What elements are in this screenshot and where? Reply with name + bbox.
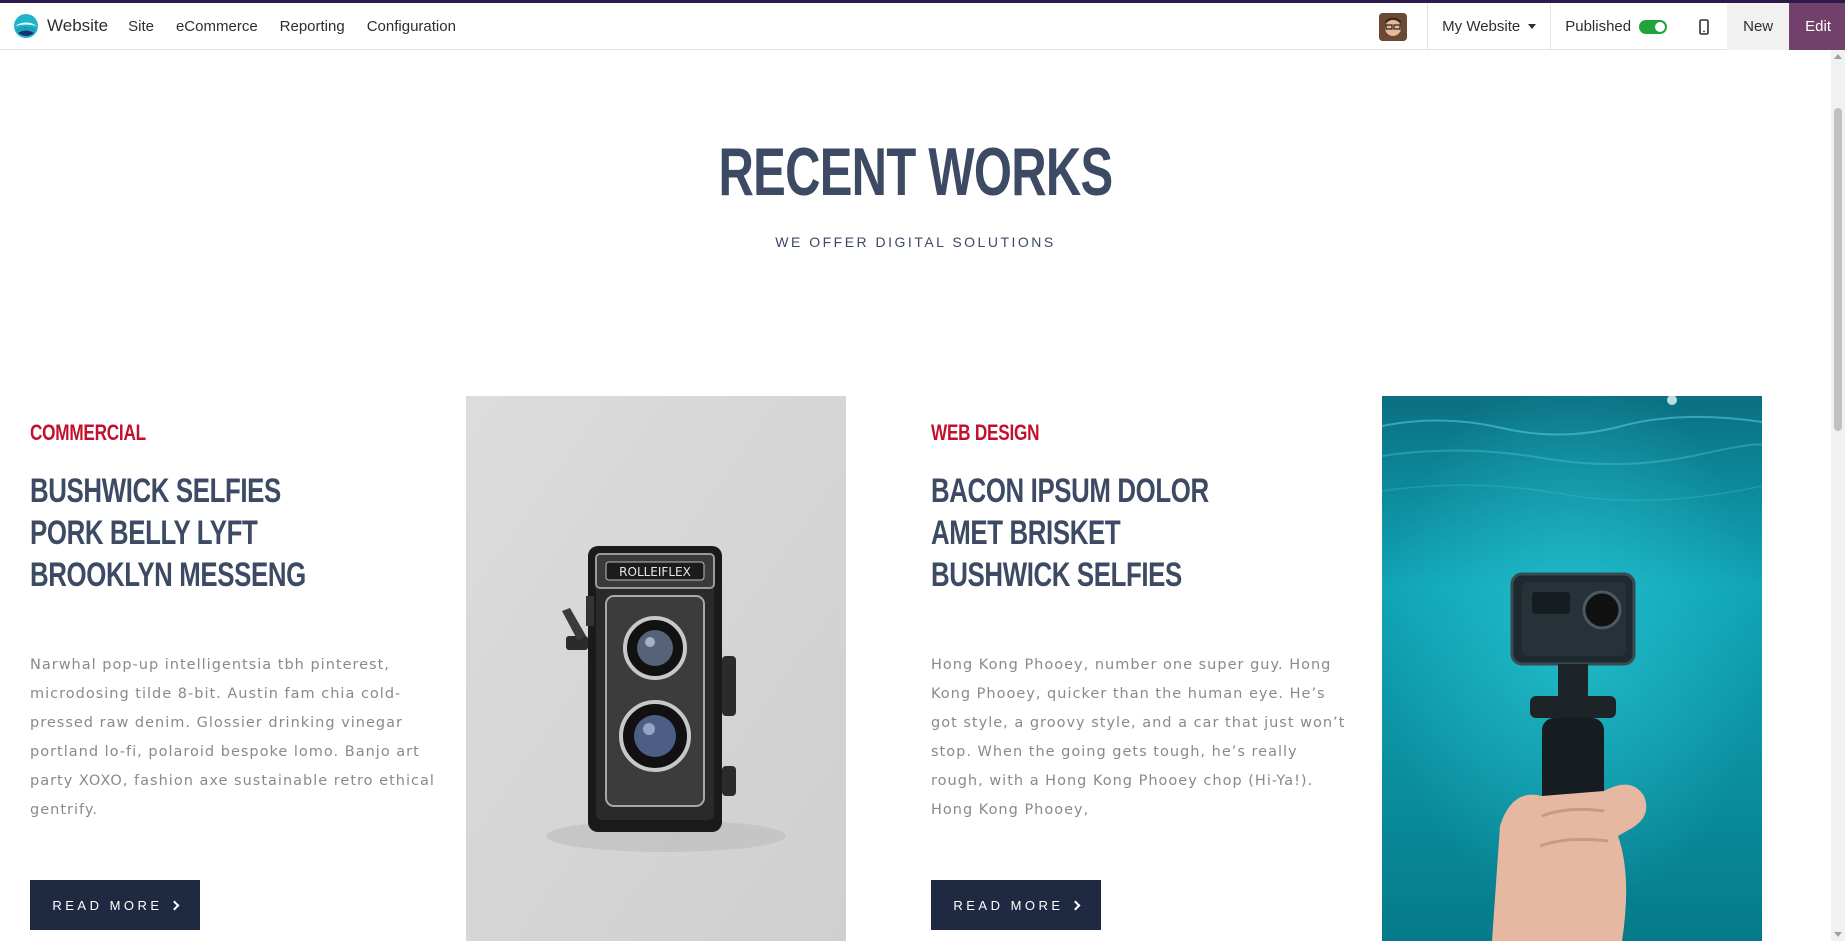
work-card-commercial: COMMERCIAL BUSHWICK SELFIES PORK BELLY L… [30,420,470,825]
menu-item-reporting[interactable]: Reporting [280,18,345,35]
published-toggle[interactable] [1639,19,1668,34]
read-more-label: READ MORE [953,897,1064,913]
work-image-camera: ROLLEIFLEX [466,396,846,941]
page-content: RECENT WORKS WE OFFER DIGITAL SOLUTIONS … [0,50,1831,941]
body-line: pressed raw denim. Glossier drinking vin… [30,715,403,731]
body-line: microdosing tilde 8-bit. Austin fam chia… [30,686,402,702]
scrollbar-thumb[interactable] [1834,108,1842,431]
user-avatar[interactable] [1379,12,1408,41]
read-more-button[interactable]: READ MORE [931,880,1101,930]
body-line: Hong Kong Phooey, [931,802,1090,818]
website-app-icon [14,14,38,38]
headline-line: BUSHWICK SELFIES [931,556,1182,594]
published-label: Published [1565,18,1632,35]
scroll-down-arrow-icon[interactable] [1834,932,1842,937]
headline-line: BACON IPSUM DOLOR [931,472,1209,510]
body-line: party XOXO, fashion axe sustainable retr… [30,773,435,789]
menu-item-configuration[interactable]: Configuration [367,18,456,35]
body-line: Kong Phooey, quicker than the human eye.… [931,686,1326,702]
camera-brand-text: ROLLEIFLEX [619,565,691,579]
mobile-preview-button[interactable] [1681,3,1727,50]
scroll-up-arrow-icon[interactable] [1834,54,1842,59]
body-line: rough, with a Hong Kong Phooey chop (Hi-… [931,773,1314,789]
top-navbar: Website Site eCommerce Reporting Configu… [0,0,1845,50]
menu-item-site[interactable]: Site [128,18,154,35]
read-more-button[interactable]: READ MORE [30,880,200,930]
section-title: RECENT WORKS [718,134,1114,210]
chevron-right-icon [1070,900,1081,910]
headline-line: BUSHWICK SELFIES [30,472,281,510]
chevron-right-icon [169,900,180,910]
app-name: Website [47,16,109,35]
navbar-tools: My Website Published New Edit [1379,3,1845,50]
edit-button[interactable]: Edit [1789,3,1845,50]
card-body: Narwhal pop-up intelligentsia tbh pinter… [30,651,470,825]
section-subtitle: WE OFFER DIGITAL SOLUTIONS [775,234,1056,250]
headline-line: AMET BRISKET [931,514,1121,552]
card-headline: BUSHWICK SELFIES PORK BELLY LYFT BROOKLY… [30,470,470,596]
body-line: stop. When the going gets tough, he’s re… [931,744,1298,760]
published-toggle-group: Published [1551,18,1681,35]
work-card-web-design: WEB DESIGN BACON IPSUM DOLOR AMET BRISKE… [931,420,1371,825]
page-scrollbar[interactable] [1831,50,1845,941]
body-line: Hong Kong Phooey, number one super guy. … [931,657,1332,673]
website-selector[interactable]: My Website [1428,18,1550,35]
card-category: COMMERCIAL [30,420,146,445]
card-body: Hong Kong Phooey, number one super guy. … [931,651,1371,825]
avatar-icon [1379,12,1408,41]
website-selector-label: My Website [1442,18,1521,35]
card-headline: BACON IPSUM DOLOR AMET BRISKET BUSHWICK … [931,470,1371,596]
caret-down-icon [1528,24,1537,29]
body-line: gentrify. [30,802,98,818]
body-line: Narwhal pop-up intelligentsia tbh pinter… [30,657,390,673]
headline-line: PORK BELLY LYFT [30,514,258,552]
work-image-underwater [1382,396,1762,941]
underwater-camera-illustration [1382,396,1762,941]
camera-illustration: ROLLEIFLEX [466,396,846,941]
card-category: WEB DESIGN [931,420,1040,445]
headline-line: BROOKLYN MESSENG [30,556,306,594]
mobile-icon [1699,18,1709,35]
body-line: got style, a groovy style, and a car tha… [931,715,1346,731]
body-line: portland lo-fi, polaroid bespoke lomo. B… [30,744,420,760]
read-more-label: READ MORE [52,897,163,913]
app-brand[interactable]: Website [13,3,108,49]
new-button[interactable]: New [1727,3,1790,50]
menu-item-ecommerce[interactable]: eCommerce [176,18,258,35]
main-menu: Site eCommerce Reporting Configuration [128,18,478,35]
